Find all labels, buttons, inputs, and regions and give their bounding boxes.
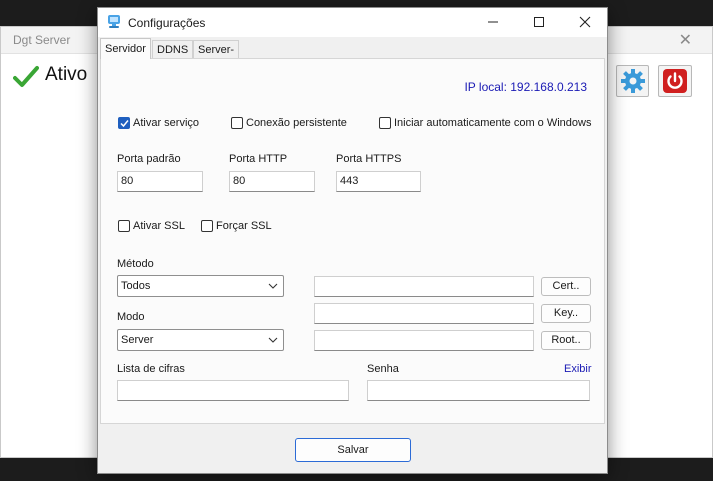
root-path-input[interactable] xyxy=(314,330,534,351)
main-window-title: Dgt Server xyxy=(13,33,71,47)
modo-select[interactable]: Server xyxy=(117,329,284,351)
porta-padrao-label: Porta padrão xyxy=(117,153,181,165)
conexao-persistente-label: Conexão persistente xyxy=(246,117,347,129)
lista-cifras-label: Lista de cifras xyxy=(117,363,185,375)
minimize-button[interactable] xyxy=(470,8,516,37)
save-button[interactable]: Salvar xyxy=(295,438,411,462)
porta-http-input[interactable]: 80 xyxy=(229,171,315,192)
minimize-icon xyxy=(488,21,498,23)
key-button[interactable]: Key.. xyxy=(541,304,591,323)
exibir-senha-link[interactable]: Exibir xyxy=(564,363,592,375)
porta-padrao-input[interactable]: 80 xyxy=(117,171,203,192)
senha-input[interactable] xyxy=(367,380,590,401)
root-button[interactable]: Root.. xyxy=(541,331,591,350)
metodo-label: Método xyxy=(117,258,154,270)
porta-https-input[interactable]: 443 xyxy=(336,171,421,192)
senha-label: Senha xyxy=(367,363,399,375)
settings-button[interactable] xyxy=(616,65,649,97)
iniciar-auto-label: Iniciar automaticamente com o Windows xyxy=(394,117,592,129)
cert-path-input[interactable] xyxy=(314,276,534,297)
lista-cifras-input[interactable] xyxy=(117,380,349,401)
chevron-down-icon xyxy=(268,337,278,343)
check-icon xyxy=(13,65,39,92)
ativar-servico-label: Ativar serviço xyxy=(133,117,200,129)
modo-label: Modo xyxy=(117,311,145,323)
power-icon xyxy=(663,69,687,93)
dialog-close-button[interactable] xyxy=(562,8,608,37)
maximize-button[interactable] xyxy=(516,8,562,37)
porta-https-label: Porta HTTPS xyxy=(336,153,402,165)
ativar-ssl-label: Ativar SSL xyxy=(133,220,185,232)
tab-ddns[interactable]: DDNS xyxy=(152,40,194,58)
metodo-select-value: Todos xyxy=(121,280,151,292)
chevron-down-icon xyxy=(268,283,278,289)
main-close-icon[interactable]: ✕ xyxy=(679,30,692,50)
forcar-ssl-label: Forçar SSL xyxy=(216,220,272,232)
ativar-servico-checkbox[interactable] xyxy=(118,117,130,129)
close-icon xyxy=(579,16,591,28)
iniciar-auto-checkbox[interactable] xyxy=(379,117,391,129)
app-icon xyxy=(106,14,122,33)
key-path-input[interactable] xyxy=(314,303,534,324)
porta-http-label: Porta HTTP xyxy=(229,153,288,165)
forcar-ssl-checkbox[interactable] xyxy=(201,220,213,232)
maximize-icon xyxy=(534,17,544,27)
conexao-persistente-checkbox[interactable] xyxy=(231,117,243,129)
tab-servidor[interactable]: Servidor xyxy=(100,38,151,59)
dialog-titlebar: Configurações xyxy=(98,8,607,37)
power-button[interactable] xyxy=(658,65,692,97)
cert-button[interactable]: Cert.. xyxy=(541,277,591,296)
metodo-select[interactable]: Todos xyxy=(117,275,284,297)
ativar-ssl-checkbox[interactable] xyxy=(118,220,130,232)
ip-local-label: IP local: 192.168.0.213 xyxy=(464,80,587,94)
tab-server-side[interactable]: Server-side xyxy=(193,40,240,74)
settings-dialog: Configurações Servidor DDNS Server-side … xyxy=(97,7,608,474)
modo-select-value: Server xyxy=(121,334,154,346)
dialog-title: Configurações xyxy=(128,16,206,30)
status-label: Ativo xyxy=(45,64,88,85)
gear-icon xyxy=(621,69,645,93)
